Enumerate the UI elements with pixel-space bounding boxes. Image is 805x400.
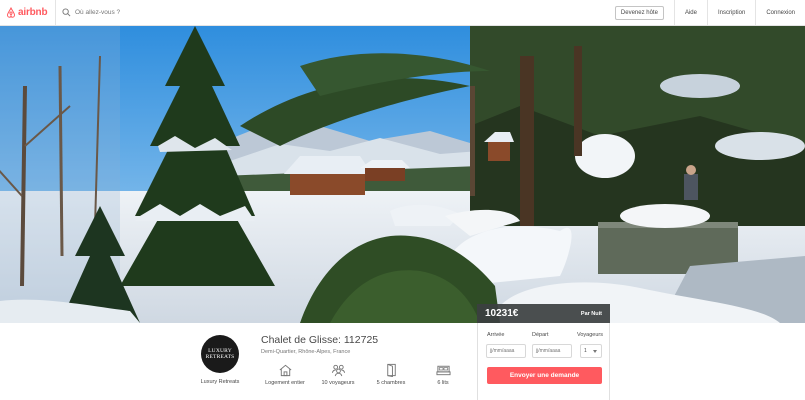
feature-label: Logement entier: [265, 380, 305, 386]
nav-login[interactable]: Connexion: [755, 0, 805, 26]
become-host-button[interactable]: Devenez hôte: [614, 5, 664, 20]
nav-signup[interactable]: Inscription: [706, 0, 755, 26]
door-icon: [386, 363, 396, 377]
nightly-price: 10231€: [485, 308, 519, 319]
host-logo-line-2: RETREATS: [205, 354, 235, 360]
host-avatar[interactable]: LUXURY RETREATS: [201, 335, 239, 373]
listing-hero-photo[interactable]: [0, 26, 805, 323]
listing-summary: LUXURY RETREATS Luxury Retreats Chalet d…: [0, 323, 805, 400]
guests-label: Voyageurs: [577, 332, 603, 338]
arrival-date-input[interactable]: jj/mm/aaaa: [486, 344, 526, 358]
feature-label: 5 chambres: [376, 380, 406, 386]
listing-location[interactable]: Demi-Quartier, Rhône-Alpes, France: [261, 349, 350, 355]
bed-icon: [435, 365, 451, 376]
feature-entire-home: Logement entier: [255, 363, 315, 386]
airbnb-logo[interactable]: airbnb: [0, 0, 56, 26]
logo-text: airbnb: [18, 7, 48, 18]
search-input[interactable]: [75, 9, 275, 16]
airbnb-belo-icon: [6, 7, 16, 18]
feature-label: 6 lits: [437, 380, 449, 386]
chevron-down-icon: [593, 349, 597, 353]
price-bar: 10231€ Par Nuit: [477, 304, 610, 323]
snowy-chalet-photo: [0, 26, 805, 323]
send-request-button[interactable]: Envoyer une demande: [487, 367, 602, 384]
booking-panel: Arrivée Départ Voyageurs jj/mm/aaaa jj/m…: [477, 323, 610, 400]
listing-title: Chalet de Glisse: 112725: [261, 334, 379, 346]
house-icon: [279, 364, 291, 377]
nav-help[interactable]: Aide: [673, 0, 707, 26]
host-name-link[interactable]: Luxury Retreats: [190, 379, 250, 385]
departure-label: Départ: [532, 332, 549, 338]
guests-value: 1: [584, 348, 587, 354]
feature-label: 10 voyageurs: [321, 380, 355, 386]
arrival-label: Arrivée: [487, 332, 505, 338]
feature-beds: 6 lits: [413, 363, 473, 386]
guests-select[interactable]: 1: [580, 344, 602, 358]
feature-guests: 10 voyageurs: [308, 363, 368, 386]
search-bar[interactable]: [56, 0, 615, 26]
top-nav-bar: airbnb Devenez hôte Aide Inscription Con…: [0, 0, 805, 26]
search-icon: [62, 8, 71, 17]
departure-date-input[interactable]: jj/mm/aaaa: [532, 344, 572, 358]
nav-menu: Devenez hôte Aide Inscription Connexion: [614, 0, 805, 26]
feature-bedrooms: 5 chambres: [361, 363, 421, 386]
guests-icon: [331, 364, 345, 377]
price-unit-label: Par Nuit: [580, 310, 602, 317]
